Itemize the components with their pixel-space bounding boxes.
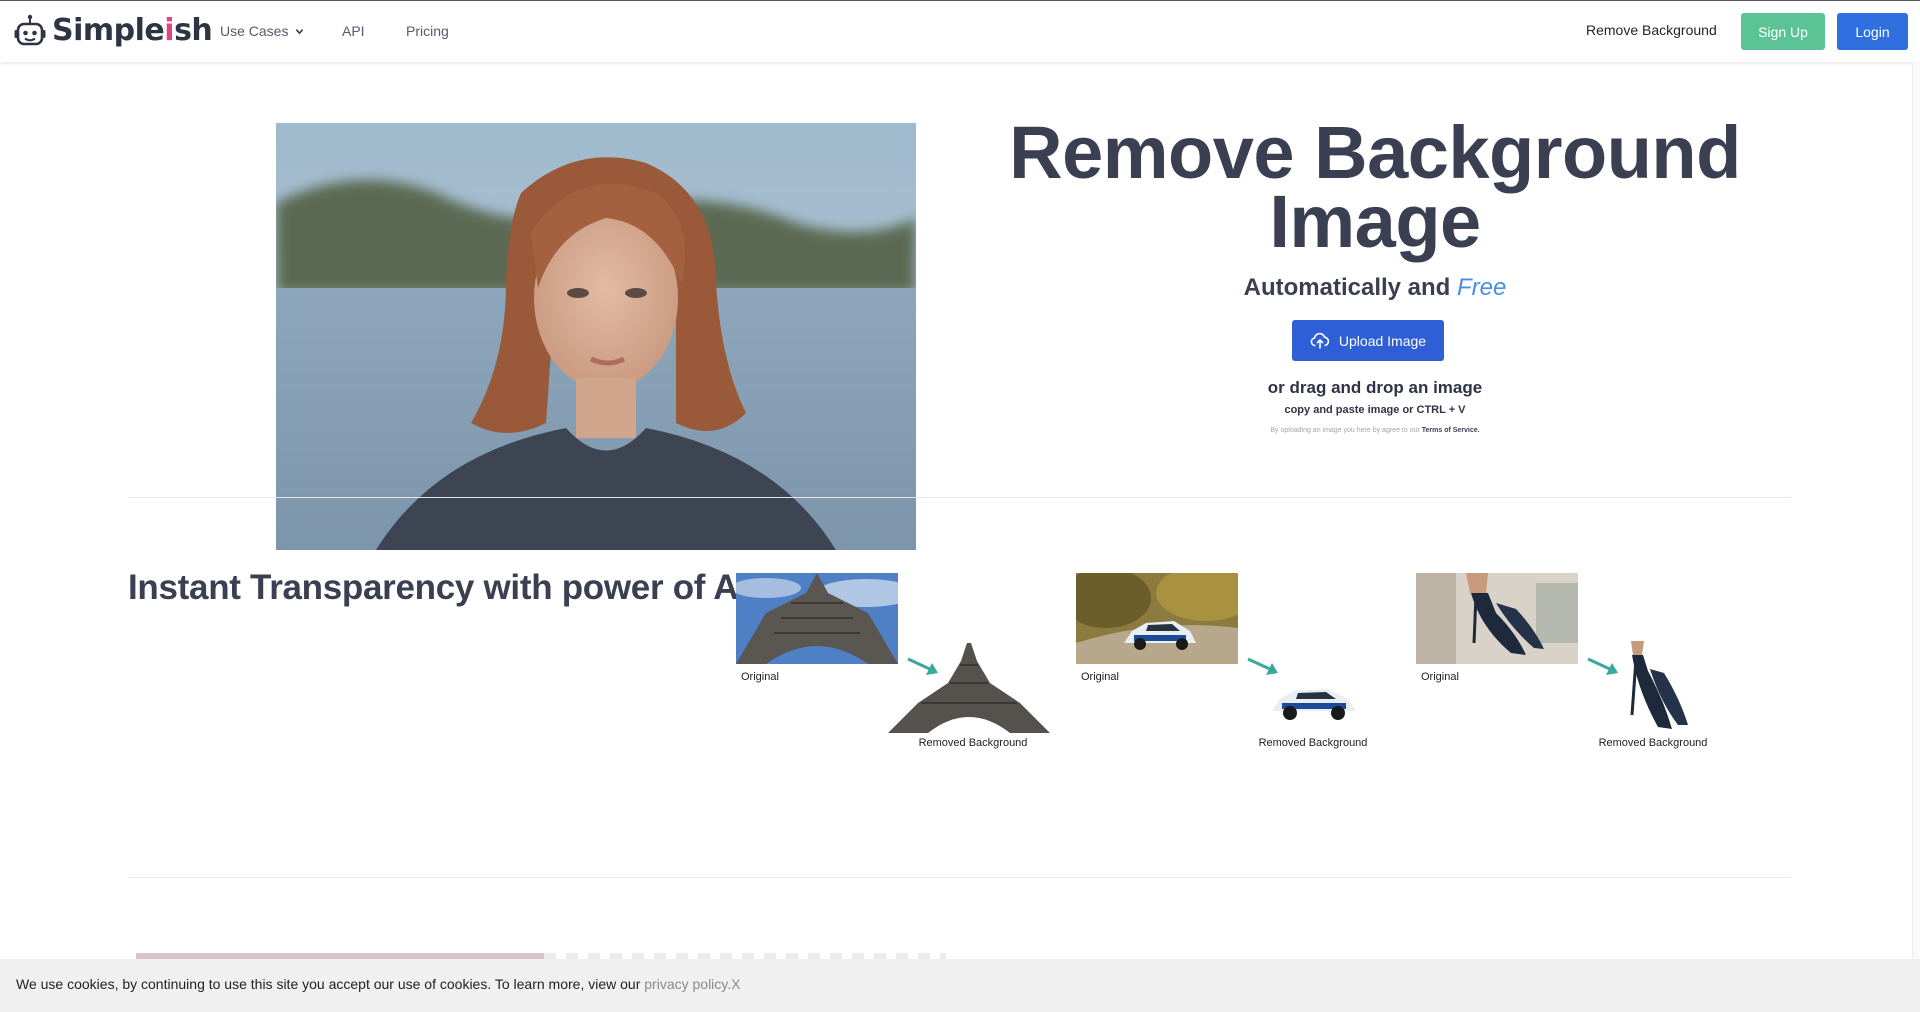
- chevron-down-icon: [296, 28, 304, 34]
- page: Simpleish Use Cases API Pricing Remove B…: [0, 0, 1920, 1012]
- example-original-image: [1416, 573, 1578, 664]
- example-original-label: Original: [1421, 671, 1459, 683]
- hero-subtitle: Automatically and Free: [1000, 274, 1750, 302]
- sign-up-button[interactable]: Sign Up: [1741, 13, 1825, 50]
- terms-prefix: By uploading an image you here by agree …: [1270, 427, 1422, 434]
- login-button[interactable]: Login: [1837, 13, 1908, 50]
- hero-subtitle-free: Free: [1457, 274, 1507, 301]
- example-original-image: [736, 573, 898, 664]
- paste-hint-text: copy and paste image or CTRL + V: [1284, 404, 1466, 416]
- cloud-upload-icon: [1310, 332, 1330, 348]
- nav-api[interactable]: API: [342, 23, 365, 39]
- example-original-label: Original: [741, 671, 779, 683]
- example-original-image: [1076, 573, 1238, 664]
- robot-logo-icon: [14, 14, 46, 45]
- terms-notice: By uploading an image you here by agree …: [1000, 427, 1750, 434]
- cookie-message: We use cookies, by continuing to use thi…: [16, 976, 645, 992]
- upload-image-button[interactable]: Upload Image: [1292, 320, 1444, 361]
- terms-of-service-link[interactable]: Terms of Service.: [1422, 427, 1480, 434]
- section-divider: [128, 497, 1791, 498]
- nav-pricing[interactable]: Pricing: [406, 23, 449, 39]
- logo[interactable]: Simpleish: [14, 13, 213, 48]
- example-eiffel-tower: Original Removed Background: [736, 573, 1066, 753]
- example-result-image: [1228, 641, 1390, 733]
- logo-text: Simpleish: [52, 13, 213, 48]
- hero-subtitle-prefix: Automatically and: [1243, 274, 1457, 301]
- example-result-label: Removed Background: [1598, 737, 1708, 749]
- page-scrollbar[interactable]: [1912, 62, 1920, 959]
- example-original-label: Original: [1081, 671, 1119, 683]
- nav-remove-background[interactable]: Remove Background: [1586, 22, 1717, 38]
- example-result-label: Removed Background: [918, 737, 1028, 749]
- example-rally-car: Original Removed Background: [1076, 573, 1406, 753]
- nav-use-cases[interactable]: Use Cases: [220, 23, 304, 39]
- hero-title: Remove Background Image: [1000, 111, 1750, 263]
- hero-title-line1: Remove Background: [1009, 111, 1741, 194]
- example-result-image: [1568, 641, 1730, 733]
- example-result-image: [888, 641, 1050, 733]
- hero-sample-photo: [276, 123, 916, 550]
- section-divider: [128, 877, 1791, 878]
- upload-image-label: Upload Image: [1338, 332, 1427, 349]
- nav-use-cases-label: Use Cases: [220, 23, 289, 39]
- section-title: Instant Transparency with power of AI: [128, 568, 748, 607]
- drag-drop-text: or drag and drop an image: [1267, 378, 1483, 397]
- cookie-close-button[interactable]: X: [731, 976, 740, 992]
- example-result-label: Removed Background: [1258, 737, 1368, 749]
- woman-portrait-image: [276, 123, 916, 550]
- example-high-heels: Original Removed Background: [1416, 573, 1746, 753]
- cookie-banner: We use cookies, by continuing to use thi…: [0, 959, 1920, 1012]
- hero-title-line2: Image: [1269, 180, 1481, 263]
- privacy-policy-link[interactable]: privacy policy: [644, 976, 727, 992]
- cookie-text: We use cookies, by continuing to use thi…: [16, 976, 741, 992]
- navbar: Simpleish Use Cases API Pricing Remove B…: [0, 0, 1920, 62]
